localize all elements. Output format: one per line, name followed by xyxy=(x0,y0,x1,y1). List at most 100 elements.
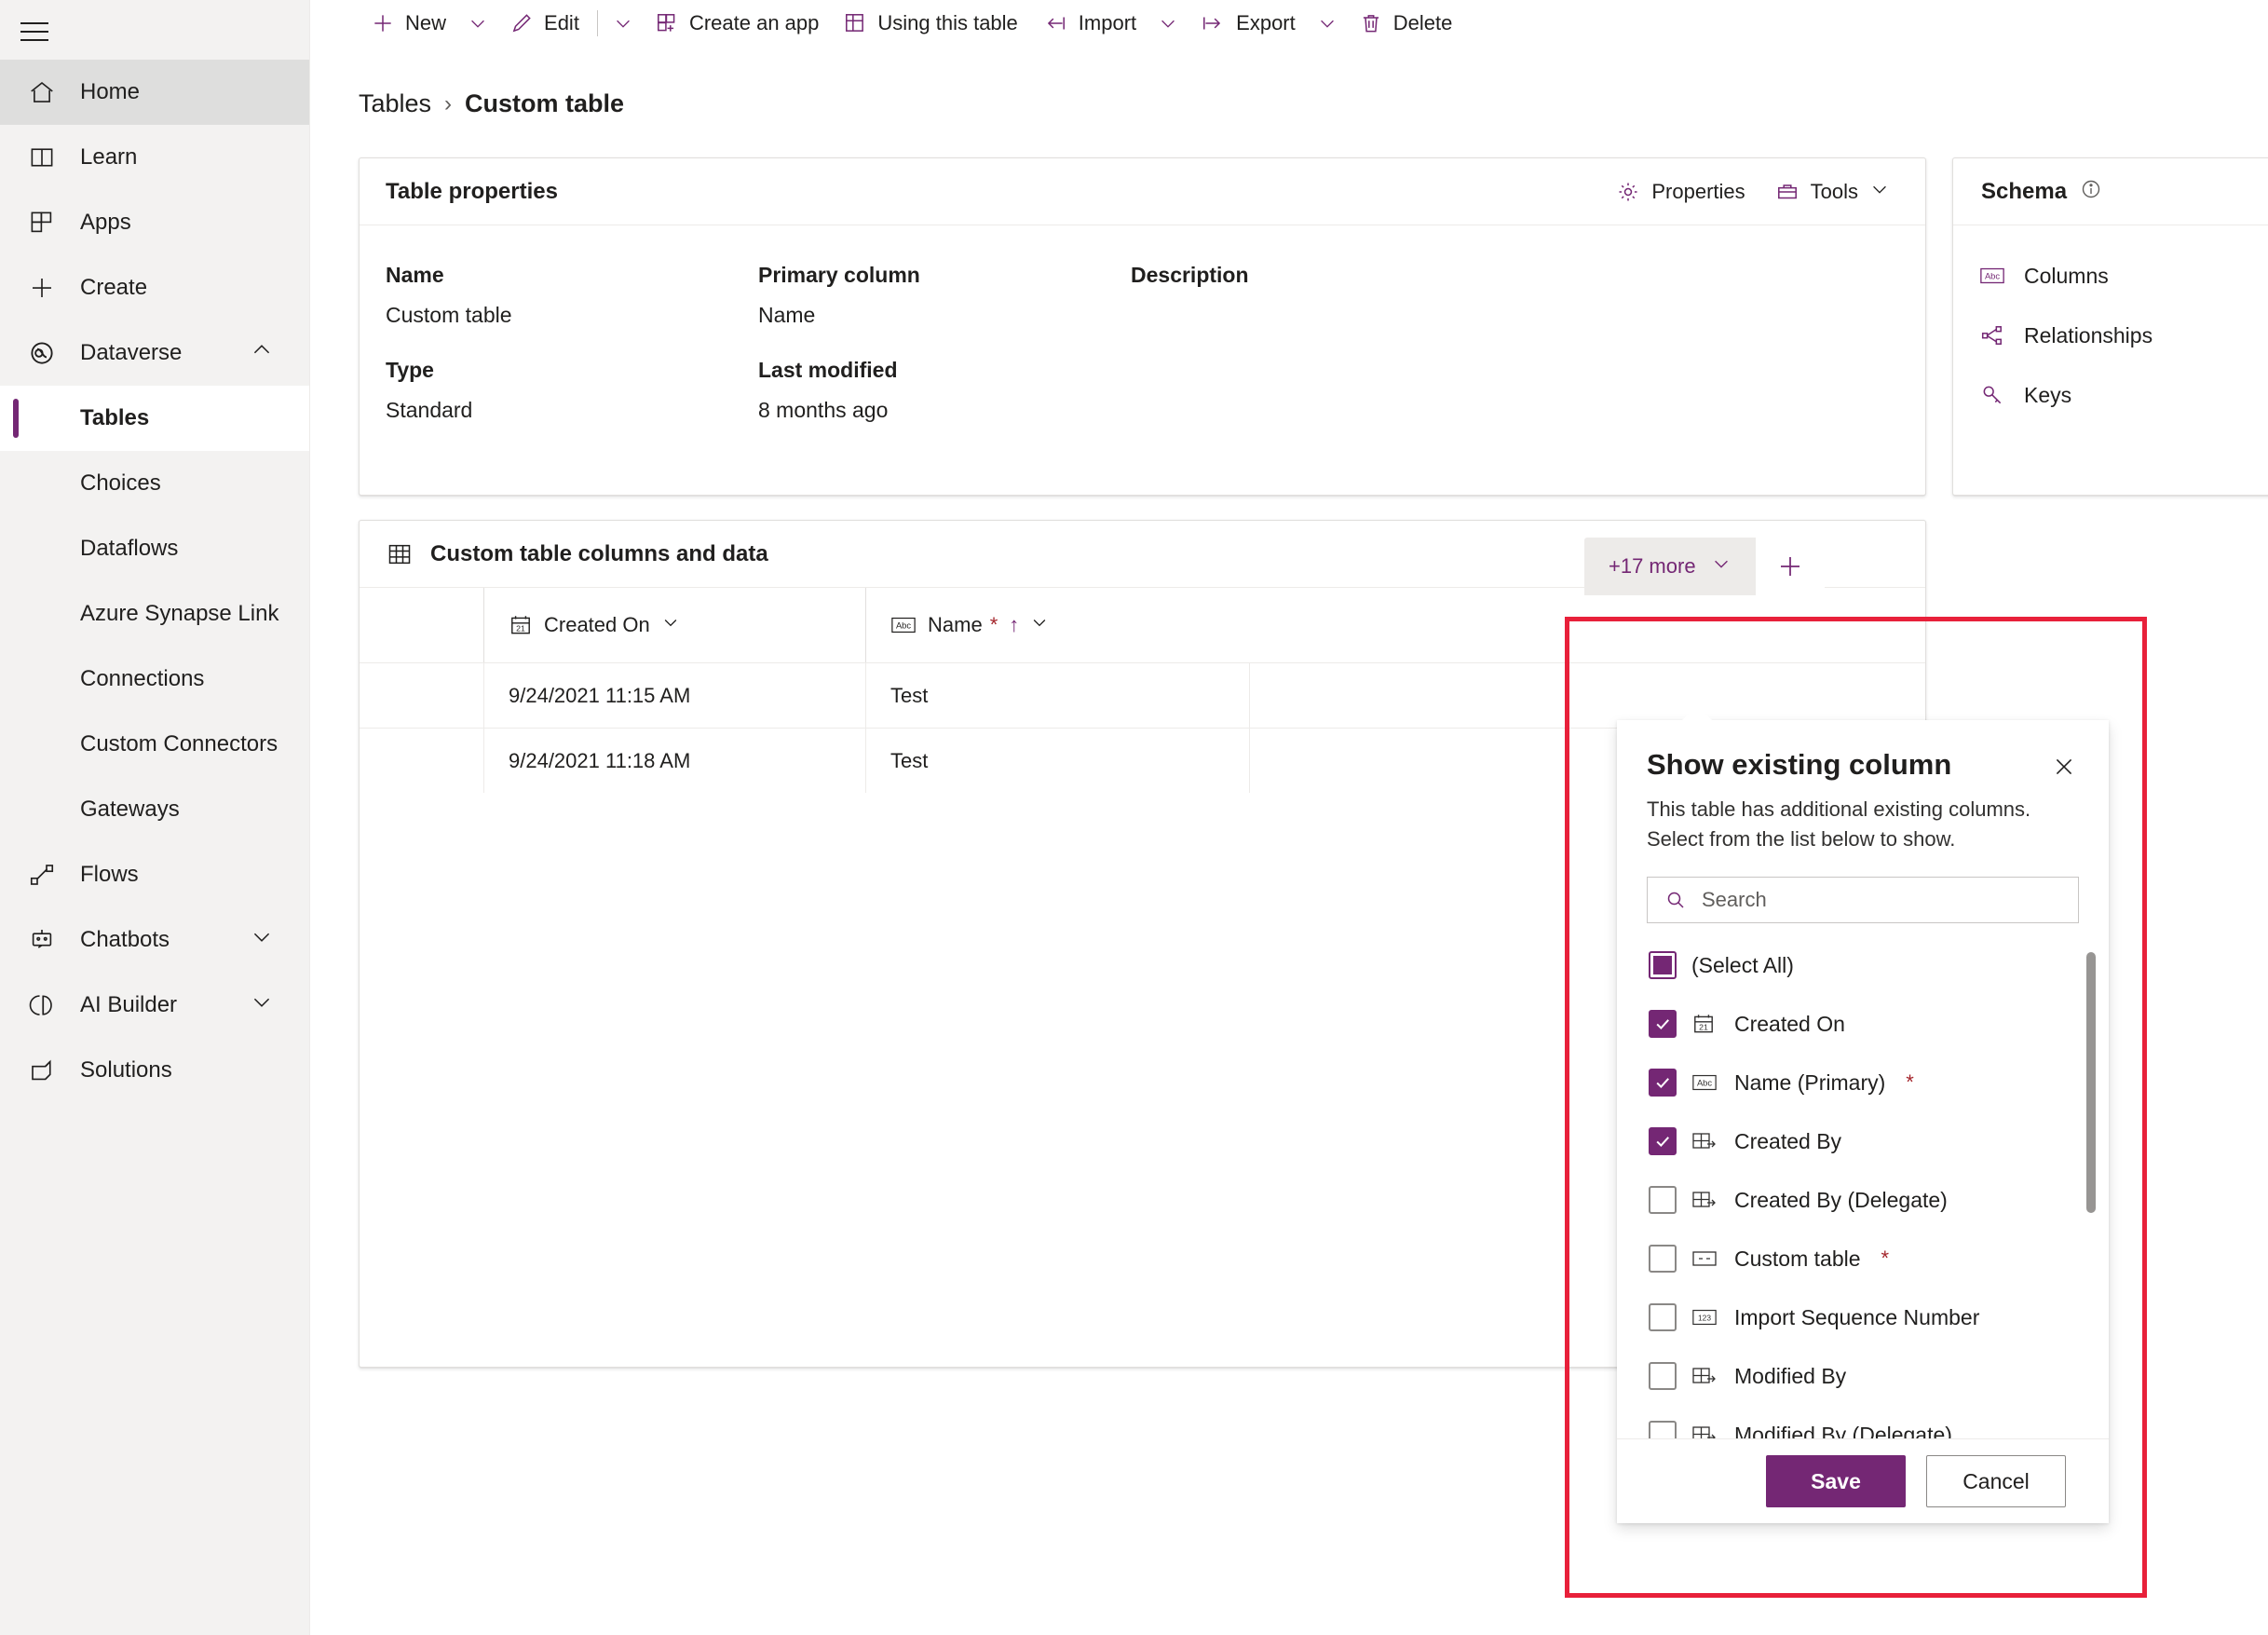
search-box[interactable] xyxy=(1647,876,2079,923)
chevron-down-icon[interactable] xyxy=(250,990,274,1021)
sidebar-item-ai-builder[interactable]: AI Builder xyxy=(0,973,309,1038)
option-created-on[interactable]: 21 Created On xyxy=(1617,995,2109,1054)
schema-item-relationships[interactable]: Relationships xyxy=(1979,306,2268,365)
schema-item-label: Relationships xyxy=(2024,322,2153,347)
using-this-table-label: Using this table xyxy=(877,11,1018,34)
import-caret-button[interactable] xyxy=(1148,0,1188,47)
trash-icon xyxy=(1359,11,1383,35)
checkbox-unchecked[interactable] xyxy=(1649,1245,1677,1274)
callout-list-scrollbar[interactable] xyxy=(2086,944,2096,1438)
tools-button[interactable]: Tools xyxy=(1764,171,1901,212)
export-button[interactable]: Export xyxy=(1188,0,1308,47)
sidebar-subitem-label: Custom Connectors xyxy=(80,731,278,756)
new-caret-button[interactable] xyxy=(458,0,497,47)
sidebar-item-learn[interactable]: Learn xyxy=(0,125,309,190)
sidebar-item-dataflows[interactable]: Dataflows xyxy=(0,516,309,581)
save-button[interactable]: Save xyxy=(1766,1455,1906,1508)
breadcrumb-parent[interactable]: Tables xyxy=(359,89,431,118)
sidebar-item-tables[interactable]: Tables xyxy=(0,386,309,451)
chevron-down-icon[interactable] xyxy=(250,925,274,956)
sidebar-item-connections[interactable]: Connections xyxy=(0,647,309,712)
create-an-app-button[interactable]: Create an app xyxy=(643,0,831,47)
sidebar-item-azure-synapse-link[interactable]: Azure Synapse Link xyxy=(0,581,309,647)
properties-button[interactable]: Properties xyxy=(1605,172,1756,211)
sidebar-item-solutions[interactable]: Solutions xyxy=(0,1038,309,1103)
sidebar-item-dataverse[interactable]: Dataverse xyxy=(0,320,309,386)
schema-list: Abc Columns Relationships Keys xyxy=(1953,225,2268,425)
scrollbar-thumb[interactable] xyxy=(2086,951,2096,1213)
sidebar-item-label: Learn xyxy=(80,144,138,170)
checkbox-unchecked[interactable] xyxy=(1649,1186,1677,1215)
edit-button-label: Edit xyxy=(544,11,579,34)
option-custom-table[interactable]: Custom table * xyxy=(1617,1230,2109,1288)
cancel-button[interactable]: Cancel xyxy=(1926,1455,2066,1508)
option-name-primary[interactable]: Abc Name (Primary) * xyxy=(1617,1054,2109,1112)
sidebar-item-flows[interactable]: Flows xyxy=(0,842,309,907)
checkbox-unchecked[interactable] xyxy=(1649,1303,1677,1332)
sidebar-item-chatbots[interactable]: Chatbots xyxy=(0,907,309,973)
schema-item-columns[interactable]: Abc Columns xyxy=(1979,246,2268,306)
new-button-label: New xyxy=(405,11,447,34)
search-input[interactable] xyxy=(1702,887,2061,912)
option-import-sequence-number[interactable]: 123 Import Sequence Number xyxy=(1617,1288,2109,1347)
prop-label-name: Name xyxy=(386,263,444,287)
chevron-down-icon[interactable] xyxy=(1030,613,1049,637)
sidebar-item-label: Chatbots xyxy=(80,927,170,952)
sidebar-item-create[interactable]: Create xyxy=(0,255,309,320)
sidebar-item-apps[interactable]: Apps xyxy=(0,190,309,255)
import-button-label: Import xyxy=(1078,11,1137,34)
delete-button[interactable]: Delete xyxy=(1347,0,1465,47)
new-button[interactable]: New xyxy=(359,0,458,47)
import-button[interactable]: Import xyxy=(1030,0,1148,47)
sidebar-subitem-label: Choices xyxy=(80,470,161,496)
primary-nav: Home Learn Apps Create Dataverse Tables … xyxy=(0,60,309,1103)
breadcrumb-separator: › xyxy=(444,90,453,116)
option-created-by-delegate[interactable]: Created By (Delegate) xyxy=(1617,1171,2109,1230)
sidebar-subitem-label: Connections xyxy=(80,666,205,691)
schema-item-keys[interactable]: Keys xyxy=(1979,365,2268,425)
sidebar-item-home[interactable]: Home xyxy=(0,60,309,125)
prop-label-description: Description xyxy=(1131,263,1249,287)
chevron-down-icon xyxy=(1869,179,1890,205)
option-label: Modified By (Delegate) xyxy=(1734,1422,1952,1439)
grid-header-row: 21 Created On Abc Name * ↑ xyxy=(360,588,1925,662)
edit-button[interactable]: Edit xyxy=(497,0,591,47)
sidebar-item-gateways[interactable]: Gateways xyxy=(0,777,309,842)
checkbox-unchecked[interactable] xyxy=(1649,1362,1677,1391)
sidebar-item-custom-connectors[interactable]: Custom Connectors xyxy=(0,712,309,777)
edit-caret-button[interactable] xyxy=(604,0,643,47)
grid-row-gutter xyxy=(360,588,483,662)
hamburger-icon[interactable] xyxy=(20,15,63,48)
grid-column-header-created-on[interactable]: 21 Created On xyxy=(483,588,865,662)
checkbox-partial[interactable] xyxy=(1649,951,1677,980)
number-icon: 123 xyxy=(1691,1307,1719,1328)
sort-ascending-icon[interactable]: ↑ xyxy=(1009,613,1019,637)
option-label: Custom table xyxy=(1734,1246,1861,1271)
close-icon[interactable] xyxy=(2044,746,2085,787)
option-modified-by-delegate[interactable]: Modified By (Delegate) xyxy=(1617,1406,2109,1439)
option-modified-by[interactable]: Modified By xyxy=(1617,1347,2109,1406)
more-columns-button[interactable]: +17 more xyxy=(1584,538,1756,595)
grid-column-header-name[interactable]: Abc Name * ↑ xyxy=(865,588,1249,662)
info-icon[interactable] xyxy=(2080,178,2102,205)
chevron-down-icon[interactable] xyxy=(661,613,680,637)
checkbox-unchecked[interactable] xyxy=(1649,1421,1677,1439)
sidebar-item-choices[interactable]: Choices xyxy=(0,451,309,516)
export-caret-button[interactable] xyxy=(1308,0,1347,47)
checkbox-checked[interactable] xyxy=(1649,1127,1677,1156)
using-this-table-button[interactable]: Using this table xyxy=(831,0,1029,47)
schema-title: Schema xyxy=(1981,178,2068,204)
option-created-by[interactable]: Created By xyxy=(1617,1112,2109,1171)
properties-column-1: Name Custom table Type Standard xyxy=(386,263,758,453)
option-select-all[interactable]: (Select All) xyxy=(1617,936,2109,995)
home-icon xyxy=(28,78,65,106)
table-properties-actions: Properties Tools xyxy=(1605,171,1901,212)
checkbox-checked[interactable] xyxy=(1649,1069,1677,1097)
svg-text:Abc: Abc xyxy=(896,621,911,631)
chevron-up-icon[interactable] xyxy=(250,338,274,369)
dataverse-icon xyxy=(28,339,65,367)
sidebar-subitem-label: Gateways xyxy=(80,797,180,822)
checkbox-checked[interactable] xyxy=(1649,1010,1677,1039)
sidebar-subitem-label: Azure Synapse Link xyxy=(80,601,279,626)
add-column-button[interactable] xyxy=(1755,538,1825,595)
